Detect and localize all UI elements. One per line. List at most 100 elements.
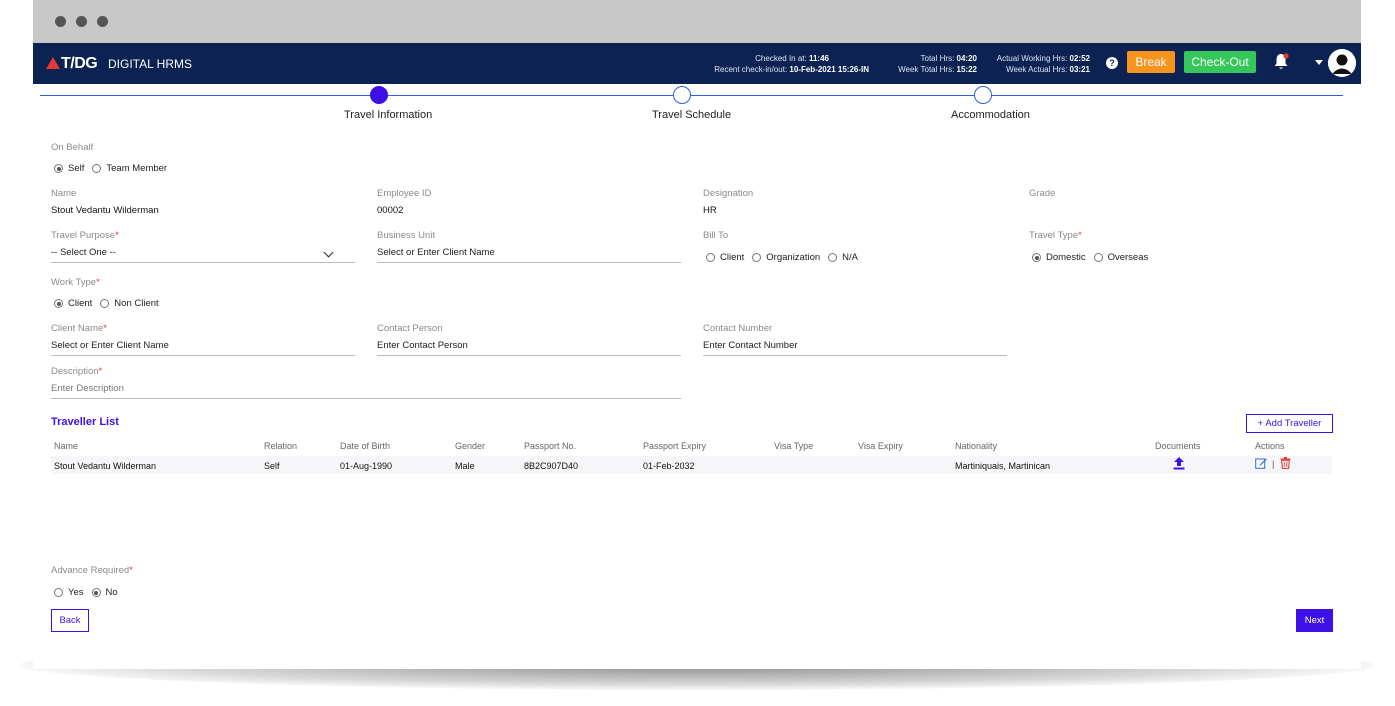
checkout-button[interactable]: Check-Out [1184,51,1256,73]
work-type-label: Work Type* [51,277,100,288]
window-dot-1[interactable] [55,16,66,27]
name-label: Name [51,188,77,199]
app-name: DIGITAL HRMS [108,57,193,71]
advance-required-label: Advance Required* [51,565,133,576]
bill-to-radio-group: Client Organization N/A [706,252,866,263]
contact-number-input[interactable]: Enter Contact Number [703,340,1007,356]
designation-label: Designation [703,188,754,199]
step-travel-schedule-label[interactable]: Travel Schedule [652,109,731,121]
next-button[interactable]: Next [1296,609,1333,632]
radio-checked-icon[interactable] [54,299,63,308]
cell-relation: Self [264,461,280,471]
total-hrs-label: Total Hrs: [920,54,955,63]
col-header-gender[interactable]: Gender [455,441,485,451]
radio-icon[interactable] [706,253,715,262]
radio-icon[interactable] [54,588,63,597]
avatar[interactable] [1328,49,1356,77]
add-traveller-button[interactable]: + Add Traveller [1246,414,1333,433]
main-content: Travel Information Travel Schedule Accom… [33,84,1361,669]
step-travel-schedule-circle[interactable] [673,86,691,104]
contact-person-label: Contact Person [377,323,443,334]
client-name-input[interactable]: Select or Enter Client Name [51,340,355,356]
radio-icon[interactable] [100,299,110,308]
back-button[interactable]: Back [51,609,89,632]
step-travel-information-circle[interactable] [370,86,388,104]
col-header-passport-expiry[interactable]: Passport Expiry [643,441,706,451]
work-type-nonclient-text: Non Client [114,298,159,309]
advance-radio-group: Yes No [54,587,126,598]
col-header-visa-type[interactable]: Visa Type [774,441,813,451]
edit-icon[interactable] [1255,457,1267,469]
on-behalf-self-option[interactable]: Self [54,163,84,174]
col-header-relation[interactable]: Relation [264,441,297,451]
advance-no-option[interactable]: No [91,587,118,598]
required-mark: * [1078,230,1082,241]
bill-to-na-option[interactable]: N/A [828,252,858,263]
step-accommodation-circle[interactable] [974,86,992,104]
col-header-visa-expiry[interactable]: Visa Expiry [858,441,903,451]
business-unit-input[interactable]: Select or Enter Client Name [377,247,681,263]
on-behalf-team-option[interactable]: Team Member [92,163,167,174]
bill-to-label: Bill To [703,230,729,241]
bill-to-organization-option[interactable]: Organization [752,252,820,263]
window-chrome [33,0,1361,43]
bill-to-na-text: N/A [842,252,859,263]
description-label-text: Description [51,366,99,377]
checked-in-value: 11:46 [808,54,829,63]
travel-type-radio-group: Domestic Overseas [1032,252,1156,263]
work-type-nonclient-option[interactable]: Non Client [100,298,159,309]
window-dot-3[interactable] [97,16,108,27]
travel-purpose-select[interactable]: -- Select One -- [51,247,355,263]
upload-icon[interactable] [1173,457,1185,470]
business-unit-placeholder: Select or Enter Client Name [377,247,495,258]
travel-purpose-label-text: Travel Purpose [51,230,116,241]
brand-logo[interactable]: T/DG [46,55,98,73]
designation-value: HR [703,205,717,216]
week-total-value: 15:22 [956,65,977,74]
recent-checkin-value: 10-Feb-2021 15:26-IN [789,65,869,74]
break-button[interactable]: Break [1127,51,1175,73]
delete-icon[interactable] [1280,457,1291,469]
bill-to-client-option[interactable]: Client [706,252,744,263]
help-icon[interactable]: ? [1106,57,1118,69]
contact-person-input[interactable]: Enter Contact Person [377,340,681,356]
work-type-label-text: Work Type [51,277,97,288]
required-mark: * [98,366,103,377]
col-header-passport-no[interactable]: Passport No. [524,441,576,451]
radio-checked-icon[interactable] [54,164,63,173]
travel-type-overseas-option[interactable]: Overseas [1093,252,1148,263]
col-header-dob[interactable]: Date of Birth [340,441,390,451]
radio-icon[interactable] [1093,253,1103,262]
work-type-client-text: Client [68,298,93,309]
required-mark: * [129,565,133,576]
work-type-client-option[interactable]: Client [54,298,92,309]
checked-in-label: Checked In at: [755,54,807,63]
travel-type-domestic-option[interactable]: Domestic [1032,252,1086,263]
travel-purpose-value: -- Select One -- [51,247,116,258]
recent-checkin-stat: Recent check-in/out: 10-Feb-2021 15:26-I… [673,65,869,74]
window-dot-2[interactable] [76,16,87,27]
advance-yes-option[interactable]: Yes [54,587,84,598]
week-actual-label: Week Actual Hrs: [1006,65,1068,74]
radio-icon[interactable] [752,253,762,262]
col-header-actions: Actions [1255,441,1285,451]
col-header-name[interactable]: Name [54,441,78,451]
travel-type-domestic-text: Domestic [1046,252,1086,263]
radio-icon[interactable] [828,253,838,262]
radio-icon[interactable] [92,164,102,173]
radio-checked-icon[interactable] [1032,253,1041,262]
bell-icon[interactable] [1273,53,1289,71]
step-travel-information-label[interactable]: Travel Information [344,109,432,121]
step-accommodation-label[interactable]: Accommodation [951,109,1030,121]
col-header-nationality[interactable]: Nationality [955,441,997,451]
client-name-label: Client Name* [51,323,107,334]
travel-purpose-label: Travel Purpose* [51,230,119,241]
client-name-placeholder: Select or Enter Client Name [51,340,169,351]
app-window: T/DG DIGITAL HRMS Checked In at: 11:46 R… [33,0,1361,669]
col-header-documents: Documents [1155,441,1201,451]
description-input[interactable]: Enter Description [51,383,681,399]
radio-checked-icon[interactable] [91,588,101,597]
chevron-down-icon[interactable] [1315,60,1323,65]
travel-type-label: Travel Type* [1029,230,1082,241]
total-hrs-stat: Total Hrs: 04:20 [888,54,978,63]
